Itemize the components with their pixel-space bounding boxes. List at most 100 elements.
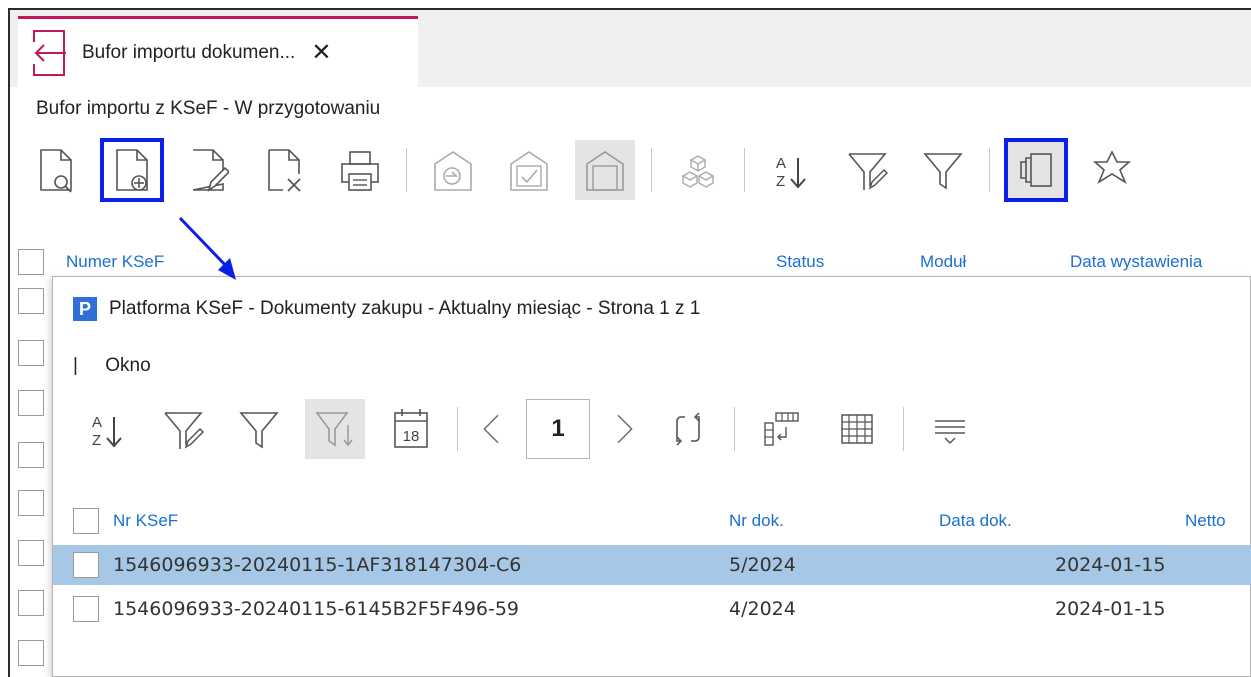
toolbar-separator: [903, 407, 904, 451]
toolbar-separator: [457, 407, 458, 451]
edit-document-icon: [192, 149, 229, 192]
ksef-platform-dialog: P Platforma KSeF - Dokumenty zakupu - Ak…: [52, 276, 1251, 677]
next-page-button[interactable]: [606, 399, 642, 459]
copy-pages-button[interactable]: [1004, 138, 1068, 202]
dialog-sort-button[interactable]: AZ: [77, 399, 137, 459]
grid-view-button[interactable]: [827, 399, 887, 459]
add-document-button[interactable]: [100, 138, 164, 202]
import-icon: [434, 151, 472, 191]
grid-icon: [841, 414, 873, 444]
more-options-button[interactable]: [920, 399, 980, 459]
row-checkbox[interactable]: [18, 540, 44, 566]
table-row[interactable]: 1546096933-20240115-6145B2F5F496-59 4/20…: [53, 589, 1251, 629]
row-checkbox[interactable]: [73, 552, 99, 578]
row-checkbox[interactable]: [18, 640, 44, 666]
dialog-grid-header: Nr KSeF Nr dok. Data dok. Netto: [53, 501, 1251, 541]
toolbar-separator: [744, 148, 745, 192]
menu-separator: |: [73, 355, 78, 376]
refresh-button[interactable]: [658, 399, 718, 459]
page-number-input[interactable]: 1: [526, 399, 590, 459]
tab-bufor-importu[interactable]: Bufor importu dokumen... ✕: [18, 16, 418, 87]
filter-edit-icon: [848, 153, 888, 190]
cell-nr-dok: 4/2024: [729, 598, 796, 620]
components-button[interactable]: [668, 140, 728, 200]
svg-text:Z: Z: [776, 173, 785, 190]
cell-nr-dok: 5/2024: [729, 554, 796, 576]
columns-button[interactable]: [751, 399, 811, 459]
delete-document-icon: [268, 149, 301, 192]
cell-nr-ksef: 1546096933-20240115-1AF318147304-C6: [113, 554, 522, 576]
approve-button[interactable]: [499, 140, 559, 200]
dialog-title: Platforma KSeF - Dokumenty zakupu - Aktu…: [109, 298, 701, 319]
edit-document-button[interactable]: [178, 140, 238, 200]
svg-text:A: A: [776, 155, 786, 172]
cell-data-dok: 2024-01-15: [1055, 598, 1166, 620]
column-header-netto[interactable]: Netto: [1185, 511, 1226, 531]
filter-button[interactable]: [913, 140, 973, 200]
column-header-numer-ksef[interactable]: Numer KSeF: [66, 252, 164, 272]
edit-filter-button[interactable]: [837, 140, 897, 200]
preview-document-button[interactable]: [26, 140, 86, 200]
sort-icon: AZ: [92, 414, 122, 449]
sort-icon: AZ: [776, 155, 806, 190]
dialog-filter-button[interactable]: [229, 399, 289, 459]
cell-nr-ksef: 1546096933-20240115-6145B2F5F496-59: [113, 598, 520, 620]
components-icon: [681, 155, 715, 188]
row-checkbox[interactable]: [18, 490, 44, 516]
chevron-right-icon: [617, 414, 633, 444]
row-checkbox[interactable]: [18, 442, 44, 468]
preview-document-icon: [40, 149, 72, 193]
previous-page-button[interactable]: [474, 399, 510, 459]
print-button[interactable]: [330, 140, 390, 200]
toolbar-separator: [651, 148, 652, 192]
star-icon: [1092, 150, 1132, 184]
dialog-edit-filter-button[interactable]: [153, 399, 213, 459]
menu-collapse-icon: [935, 420, 965, 445]
dialog-menu-bar: | Okno: [73, 355, 151, 377]
calendar-day: 18: [403, 428, 420, 445]
import-button[interactable]: [423, 140, 483, 200]
toolbar-separator: [406, 148, 407, 192]
row-checkbox[interactable]: [18, 340, 44, 366]
column-header-status[interactable]: Status: [776, 252, 824, 272]
row-checkbox[interactable]: [18, 390, 44, 416]
back-arrow-icon[interactable]: [32, 28, 68, 78]
svg-text:Z: Z: [92, 432, 101, 449]
table-row[interactable]: 1546096933-20240115-1AF318147304-C6 5/20…: [53, 545, 1251, 585]
dialog-toolbar: AZ 18 1: [77, 399, 996, 459]
column-header-nr-ksef[interactable]: Nr KSeF: [113, 511, 178, 531]
favorite-button[interactable]: [1082, 140, 1142, 200]
filter-sort-icon: [315, 412, 353, 447]
tab-title: Bufor importu dokumen...: [82, 42, 296, 63]
column-header-data-wystawienia[interactable]: Data wystawienia: [1070, 252, 1202, 272]
toolbar-separator: [734, 407, 735, 451]
row-checkbox[interactable]: [18, 288, 44, 314]
column-header-nr-dok[interactable]: Nr dok.: [729, 511, 784, 531]
app-logo-icon: P: [73, 297, 97, 321]
main-toolbar: AZ: [26, 138, 1158, 202]
row-checkbox[interactable]: [73, 596, 99, 622]
warehouse-button[interactable]: [575, 140, 635, 200]
row-checkbox[interactable]: [18, 590, 44, 616]
column-layout-icon: [764, 412, 799, 446]
select-all-checkbox[interactable]: [18, 249, 44, 275]
dialog-filter-sort-button[interactable]: [305, 399, 365, 459]
dialog-calendar-button[interactable]: 18: [381, 399, 441, 459]
column-header-modul[interactable]: Moduł: [920, 252, 966, 272]
menu-item-okno[interactable]: Okno: [105, 355, 150, 376]
copy-pages-icon: [1020, 153, 1052, 187]
approve-icon: [510, 151, 548, 191]
page-title: Bufor importu z KSeF - W przygotowaniu: [36, 98, 381, 119]
dialog-select-all-checkbox[interactable]: [73, 508, 99, 534]
toolbar-separator: [989, 148, 990, 192]
tab-strip: Bufor importu dokumen... ✕: [10, 10, 1251, 87]
sort-button[interactable]: AZ: [761, 140, 821, 200]
chevron-left-icon: [483, 414, 499, 444]
calendar-icon: 18: [394, 409, 428, 448]
cell-data-dok: 2024-01-15: [1055, 554, 1166, 576]
delete-document-button[interactable]: [254, 140, 314, 200]
close-icon[interactable]: ✕: [311, 41, 331, 65]
add-document-icon: [116, 149, 148, 191]
column-header-data-dok[interactable]: Data dok.: [939, 511, 1012, 531]
refresh-icon: [676, 412, 700, 446]
